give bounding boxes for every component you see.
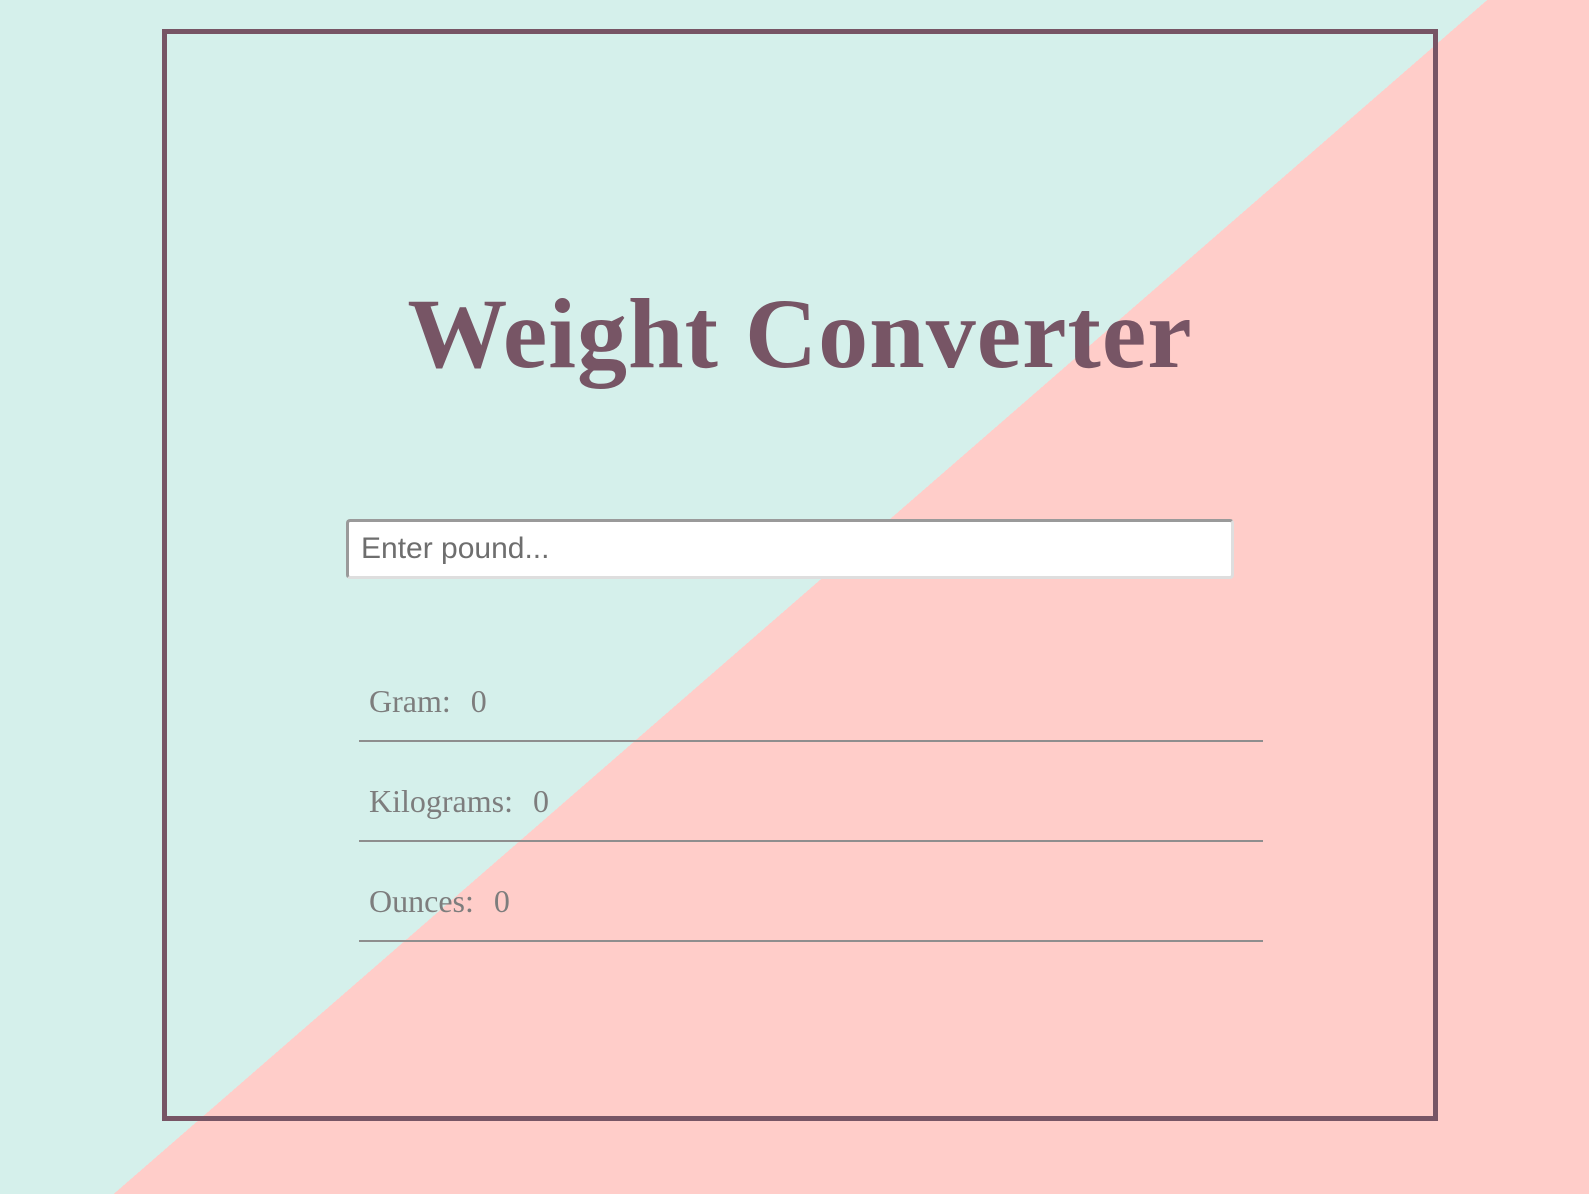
result-text-kilograms: Kilograms: 0 (369, 783, 549, 820)
result-value-ounces: 0 (493, 883, 510, 919)
result-label-gram: Gram: (369, 683, 451, 719)
result-value-gram: 0 (470, 683, 487, 719)
result-row-ounces: Ounces: 0 (359, 844, 1263, 942)
result-value-kilograms: 0 (532, 783, 549, 819)
results-list: Gram: 0 Kilograms: 0 Ounces: 0 (359, 644, 1263, 942)
result-text-ounces: Ounces: 0 (369, 883, 510, 920)
result-label-kilograms: Kilograms: (369, 783, 513, 819)
result-row-kilograms: Kilograms: 0 (359, 744, 1263, 842)
result-text-gram: Gram: 0 (369, 683, 487, 720)
result-label-ounces: Ounces: (369, 883, 474, 919)
pound-input[interactable] (346, 519, 1234, 579)
result-row-gram: Gram: 0 (359, 644, 1263, 742)
converter-frame: Weight Converter Gram: 0 Kilograms: 0 Ounc… (162, 29, 1438, 1121)
page-title: Weight Converter (407, 278, 1193, 389)
